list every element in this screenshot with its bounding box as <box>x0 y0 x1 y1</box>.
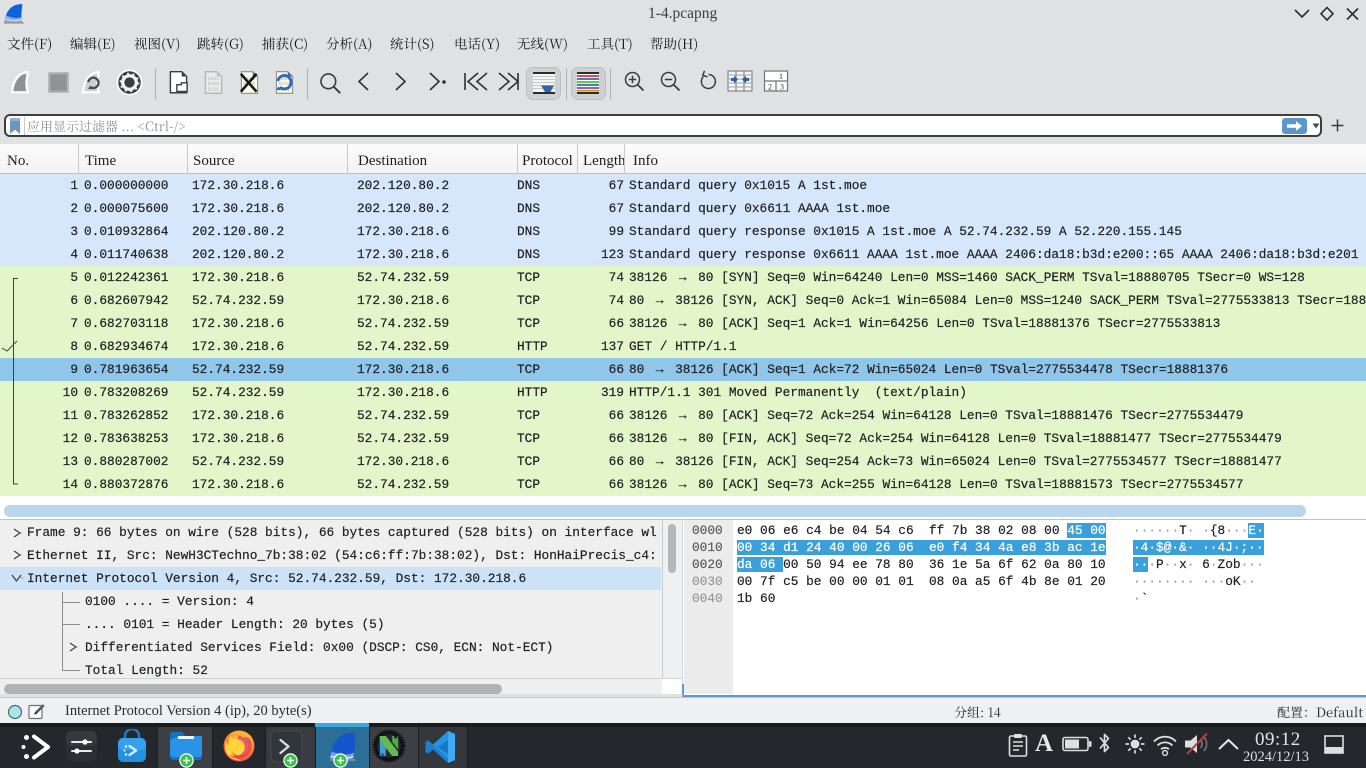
svg-text:1: 1 <box>779 72 783 81</box>
svg-text:2: 2 <box>768 83 772 92</box>
svg-text:0110: 0110 <box>208 81 220 87</box>
svg-text:0101: 0101 <box>208 76 220 82</box>
svg-text:0111: 0111 <box>208 87 220 93</box>
svg-text:3: 3 <box>780 83 784 92</box>
